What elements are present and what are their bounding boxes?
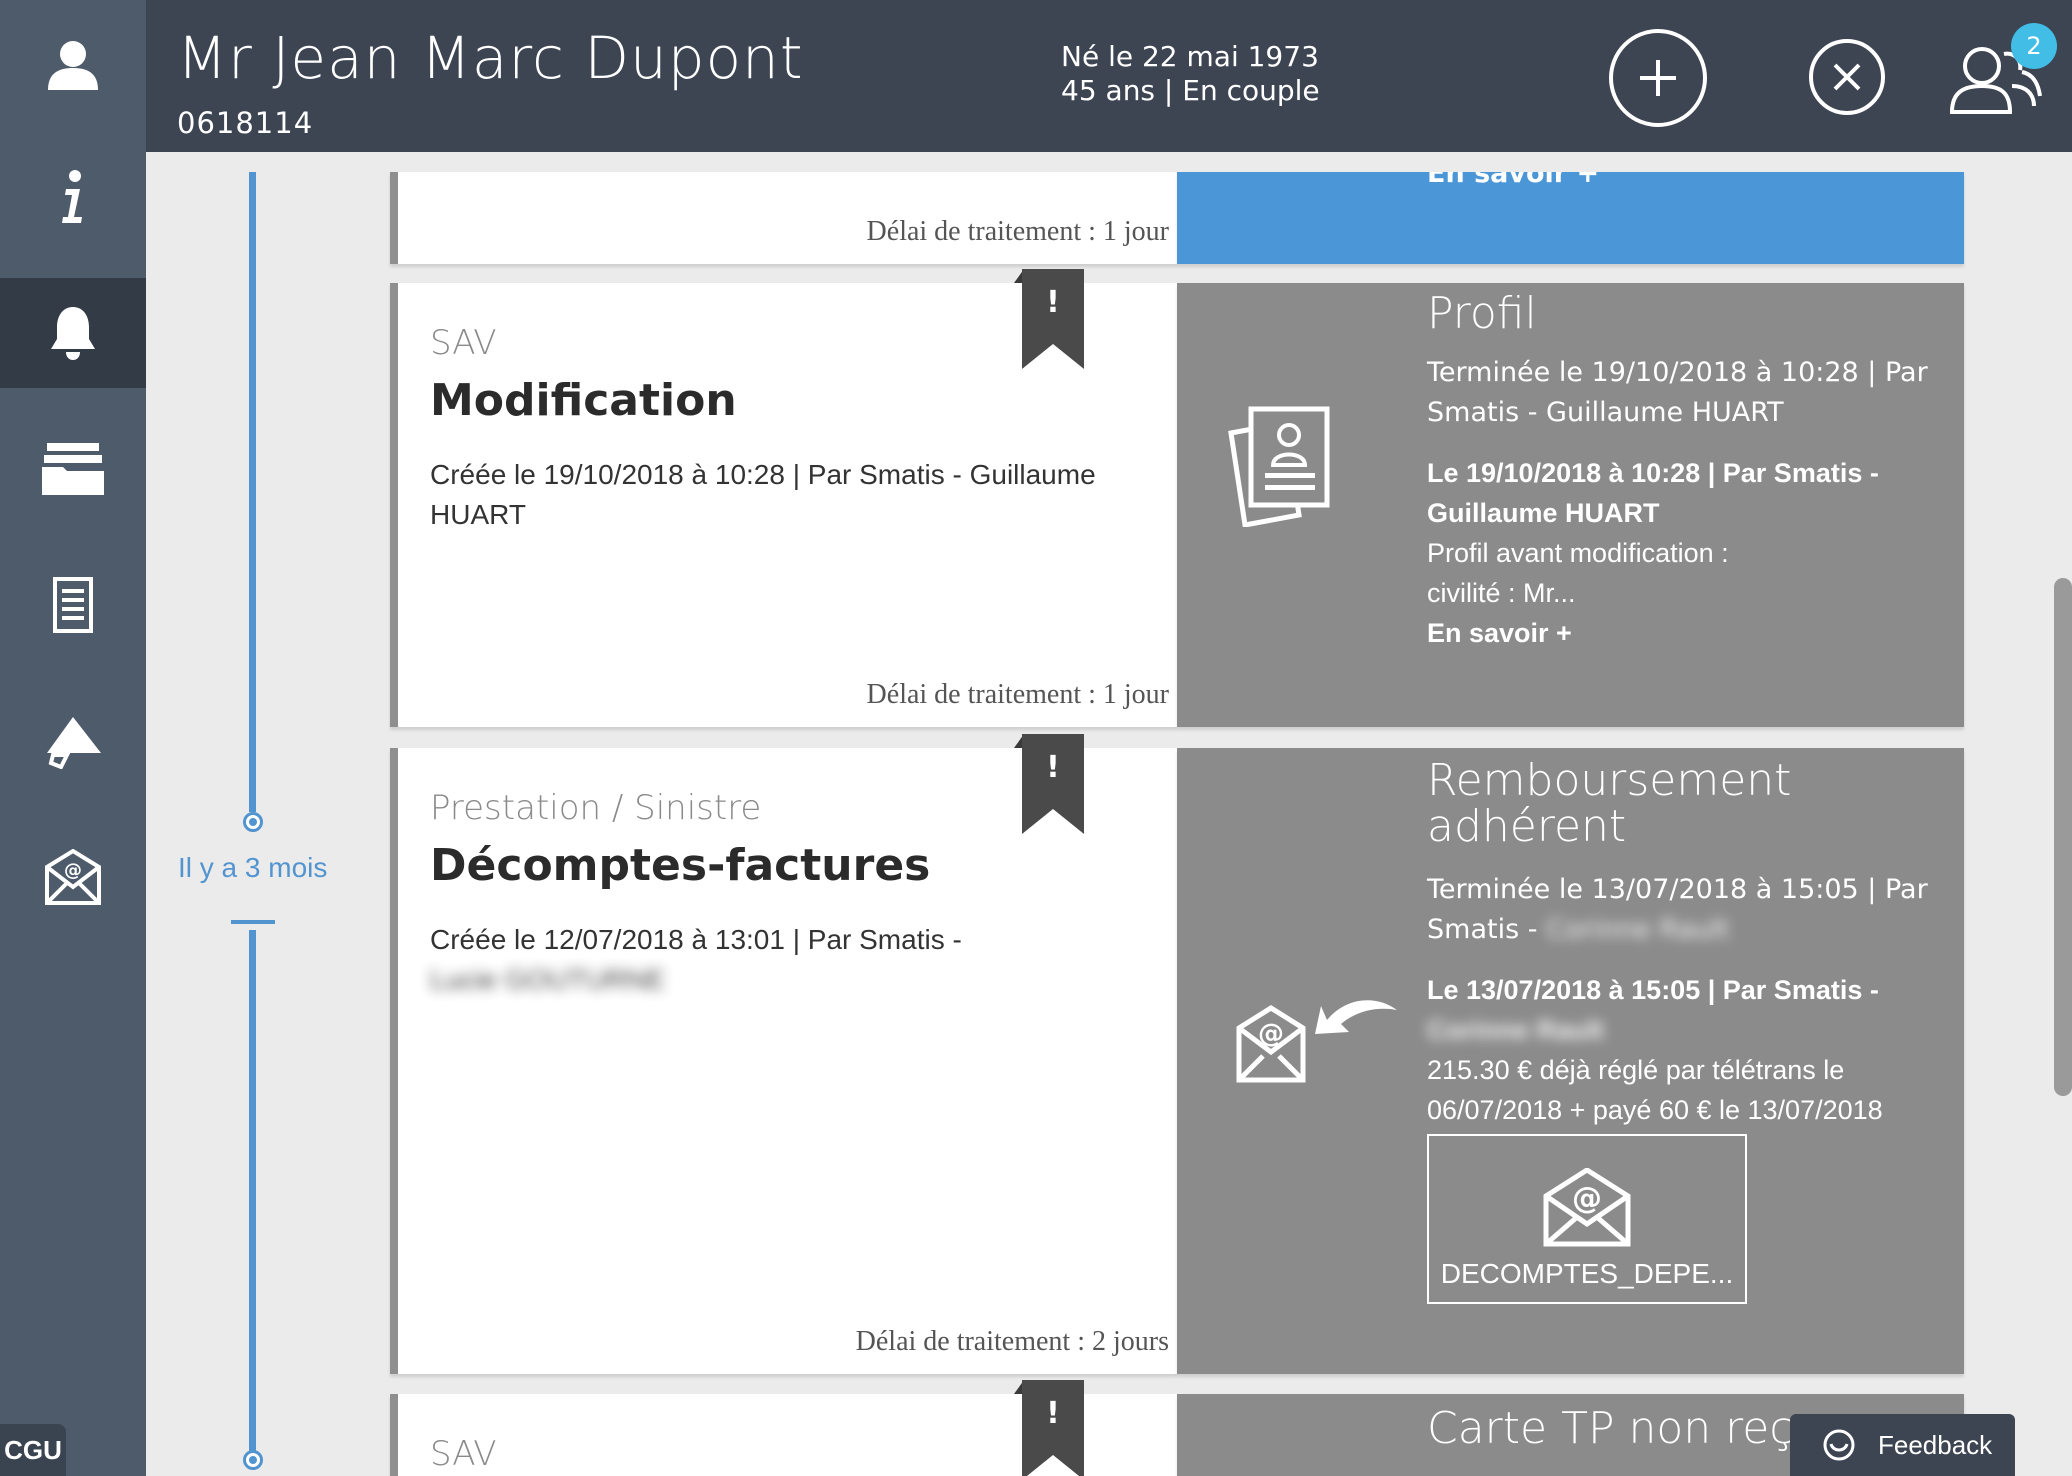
timeline-separator — [231, 920, 275, 924]
attachment-name: DECOMPTES_DEPE... — [1440, 1258, 1734, 1289]
timeline-line-lower — [249, 930, 256, 1456]
info-icon — [62, 170, 82, 223]
birth-date: Né le 22 mai 1973 — [1061, 40, 1319, 73]
created-info: Créée le 19/10/2018 à 10:28 | Par Smatis… — [430, 459, 1096, 530]
event-card-right: Profil Terminée le 19/10/2018 à 10:28 | … — [1177, 283, 1964, 727]
event-description: Profil avant modification : — [1427, 538, 1729, 568]
sidebar-item-documents[interactable] — [0, 550, 146, 660]
created-info: Créée le 12/07/2018 à 13:01 | Par Smatis… — [430, 920, 1130, 1000]
event-result-title: Carte TP non reç — [1427, 1403, 1794, 1454]
event-text: Le 13/07/2018 à 15:05 | Par Smatis - — [1427, 975, 1879, 1005]
event-card-partial-top[interactable]: Délai de traitement : 1 jour En savoir + — [390, 172, 1964, 264]
event-card-partial-bottom[interactable]: ! SAV Carte TP non reç — [390, 1380, 1964, 1476]
completed-info: Terminée le 19/10/2018 à 10:28 | Par Sma… — [1427, 357, 1928, 428]
sidebar-item-client[interactable] — [0, 10, 146, 120]
learn-more-link[interactable]: En savoir + — [1427, 613, 1572, 653]
event-result-title: Profil — [1427, 288, 1537, 339]
event-category: SAV — [430, 1434, 497, 1474]
age-status: 45 ans | En couple — [1061, 74, 1320, 107]
folders-icon — [42, 443, 104, 495]
event-category: SAV — [430, 323, 497, 363]
megaphone-icon — [47, 717, 101, 769]
users-count-badge: 2 — [2011, 23, 2057, 69]
profile-document-icon — [1228, 406, 1330, 527]
svg-text:@: @ — [64, 860, 82, 881]
scrollbar-thumb[interactable] — [2054, 578, 2072, 1096]
event-description-detail: civilité : Mr... — [1427, 578, 1576, 608]
client-name: Mr Jean Marc Dupont — [177, 24, 804, 92]
event-result-title: Remboursement adhérent — [1427, 758, 1791, 850]
event-info: Le 19/10/2018 à 10:28 | Par Smatis - Gui… — [1427, 458, 1879, 528]
mail-at-icon: @ — [45, 849, 101, 905]
event-title: Modification — [430, 375, 737, 426]
event-card-modification[interactable]: ! SAV Modification Créée le 19/10/2018 à… — [390, 269, 1964, 727]
client-header: Mr Jean Marc Dupont 0618114 Né le 22 mai… — [146, 0, 2072, 152]
feedback-button[interactable]: Feedback — [1790, 1414, 2015, 1476]
add-button[interactable] — [1608, 28, 1708, 128]
close-client-button[interactable] — [1808, 38, 1886, 116]
cgu-link[interactable]: CGU — [0, 1424, 66, 1476]
processing-delay: Délai de traitement : 1 jour — [866, 679, 1169, 710]
client-details: Né le 22 mai 1973 45 ans | En couple — [1061, 40, 1320, 108]
mail-reply-icon: @ — [1236, 1000, 1397, 1083]
priority-bookmark-icon: ! — [1022, 269, 1084, 369]
redacted-name: Lucie GOUTURNE — [430, 964, 665, 995]
event-info: Le 13/07/2018 à 15:05 | Par Smatis - Cor… — [1427, 970, 1947, 1050]
user-icon — [48, 41, 98, 90]
sidebar-item-folders[interactable] — [0, 414, 146, 524]
sidebar-item-mail[interactable]: @ — [0, 822, 146, 932]
close-circle-icon — [1809, 39, 1885, 115]
event-result-title-line2: adhérent — [1427, 801, 1627, 852]
event-card-left: ! SAV — [390, 1380, 1177, 1476]
smile-circle-icon — [1823, 1429, 1855, 1461]
event-card-left: ! Prestation / Sinistre Décomptes-factur… — [390, 734, 1177, 1374]
svg-text:@: @ — [1258, 1019, 1284, 1049]
event-description: 215.30 € déjà réglé par télétrans le 06/… — [1427, 1055, 1883, 1125]
bell-icon — [51, 307, 95, 360]
created-text: Créée le 12/07/2018 à 13:01 | Par Smatis… — [430, 924, 962, 955]
completed-info: Terminée le 13/07/2018 à 15:05 | Par Sma… — [1427, 870, 1947, 950]
plus-circle-icon — [1609, 29, 1707, 127]
priority-bookmark-icon: ! — [1022, 1380, 1084, 1476]
event-card-right: @ Remboursement adhérent Terminée le 13/… — [1177, 748, 1964, 1374]
document-icon — [53, 577, 93, 633]
sidebar-item-info[interactable] — [0, 142, 146, 252]
mail-attachment-icon: @ — [1543, 1168, 1631, 1247]
event-category: Prestation / Sinistre — [430, 788, 762, 828]
sidebar-item-notifications[interactable] — [0, 278, 146, 388]
attachment-file[interactable]: @ DECOMPTES_DEPE... — [1427, 1134, 1747, 1304]
feedback-label: Feedback — [1878, 1429, 1993, 1460]
redacted-name: Corinne Rault — [1427, 1015, 1605, 1045]
timeline-line-upper — [249, 172, 256, 812]
event-title: Décomptes-factures — [430, 840, 931, 891]
timeline-node — [243, 1450, 263, 1470]
processing-delay: Délai de traitement : 2 jours — [855, 1326, 1169, 1357]
event-card-left: ! SAV Modification Créée le 19/10/2018 à… — [390, 269, 1177, 727]
processing-delay: Délai de traitement : 1 jour — [866, 216, 1169, 247]
event-card-decomptes[interactable]: ! Prestation / Sinistre Décomptes-factur… — [390, 734, 1964, 1374]
learn-more-link[interactable]: En savoir + — [1427, 172, 1947, 194]
event-card-right: En savoir + — [1177, 172, 1964, 264]
timeline-period-label: Il y a 3 mois — [178, 852, 328, 883]
event-result-title-line1: Remboursement — [1427, 755, 1792, 806]
priority-bookmark-icon: ! — [1022, 734, 1084, 834]
sidebar: @ CGU — [0, 0, 146, 1476]
client-id: 0618114 — [177, 106, 314, 140]
timeline-node — [243, 812, 263, 832]
event-card-left: Délai de traitement : 1 jour — [390, 172, 1177, 264]
redacted-name: Corinne Rault — [1546, 914, 1730, 945]
svg-text:@: @ — [1572, 1181, 1602, 1216]
sidebar-item-campaigns[interactable] — [0, 686, 146, 796]
